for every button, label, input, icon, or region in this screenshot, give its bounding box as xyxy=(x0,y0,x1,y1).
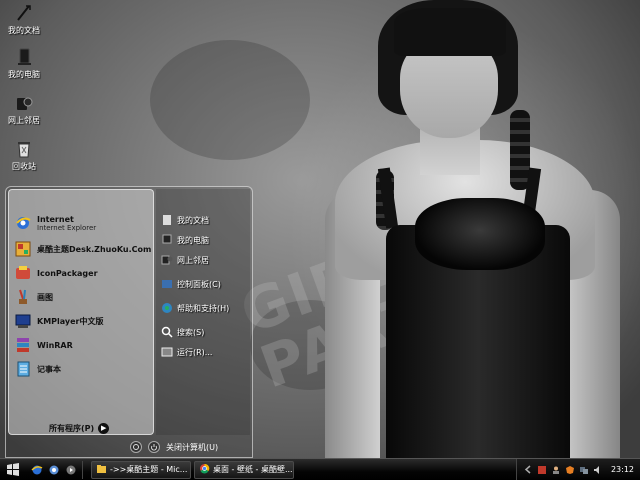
network-icon xyxy=(13,92,35,114)
place-item-label: 搜索(S) xyxy=(177,327,205,337)
shutdown-button[interactable]: 关闭计算机(U) xyxy=(166,442,218,453)
power-icon[interactable] xyxy=(148,441,160,453)
control-panel-icon xyxy=(160,277,174,291)
folder-documents-icon xyxy=(13,2,35,24)
desktop-icon-label: 网上邻居 xyxy=(8,116,40,125)
start-menu-item-iconpackager[interactable]: IconPackager xyxy=(13,262,153,284)
show-desktop-icon[interactable] xyxy=(47,463,61,477)
zhuoku-theme-icon xyxy=(13,239,33,259)
taskbar-button-label: 桌面 - 壁纸 - 桌酷壁... xyxy=(213,465,293,474)
logoff-icon[interactable] xyxy=(130,441,142,453)
wallpaper-figure-bangs xyxy=(394,8,506,56)
all-programs-button[interactable]: 所有程序(P) ▶ xyxy=(49,421,110,435)
taskbar-button-explorer[interactable]: ->>桌酷主题 - Mic... xyxy=(91,460,191,479)
place-item-my-computer[interactable]: 我的电脑 xyxy=(160,231,248,249)
start-menu-footer: 关闭计算机(U) xyxy=(6,437,252,457)
user-icon[interactable] xyxy=(551,464,562,475)
media-player-icon[interactable] xyxy=(64,463,78,477)
computer-icon xyxy=(13,46,35,68)
wallpaper-figure-bow xyxy=(415,198,545,270)
place-item-control-panel[interactable]: 控制面板(C) xyxy=(160,275,248,293)
start-menu-item-title: 记事本 xyxy=(37,364,61,374)
place-item-label: 帮助和支持(H) xyxy=(177,303,230,313)
start-menu-item-zhuoku-theme[interactable]: 桌酷主题Desk.ZhuoKu.Com xyxy=(13,238,153,260)
internet-explorer-icon[interactable] xyxy=(30,463,44,477)
start-menu-item-winrar[interactable]: WinRAR xyxy=(13,334,153,356)
notepad-icon xyxy=(13,359,33,379)
wallpaper-texture xyxy=(150,40,310,160)
start-menu-item-title: 桌酷主题Desk.ZhuoKu.Com xyxy=(37,244,152,254)
taskbar-button-chrome[interactable]: 桌面 - 壁纸 - 桌酷壁... xyxy=(194,460,294,479)
start-menu-item-title: 画图 xyxy=(37,292,53,302)
all-programs-label: 所有程序(P) xyxy=(49,423,95,433)
start-menu-pinned-panel: Internet Internet Explorer 桌酷主题Desk.ZhuoK… xyxy=(8,189,154,435)
start-button[interactable] xyxy=(0,459,26,480)
folder-icon xyxy=(96,463,107,476)
paint-icon xyxy=(13,287,33,307)
taskbar: ->>桌酷主题 - Mic... 桌面 - 壁纸 - 桌酷壁... 23:12 xyxy=(0,458,640,480)
place-item-my-documents[interactable]: 我的文档 xyxy=(160,211,248,229)
windows-logo-icon xyxy=(7,462,19,476)
start-menu-item-kmplayer[interactable]: KMPlayer中文版 xyxy=(13,310,153,332)
place-item-run[interactable]: 运行(R)... xyxy=(160,343,248,361)
place-item-help[interactable]: 帮助和支持(H) xyxy=(160,299,248,317)
help-icon xyxy=(160,301,174,315)
kmplayer-icon xyxy=(13,311,33,331)
start-menu-item-title: KMPlayer中文版 xyxy=(37,316,104,326)
computer-icon xyxy=(160,233,174,247)
place-item-label: 运行(R)... xyxy=(177,347,213,357)
internet-explorer-icon xyxy=(13,213,33,233)
place-item-label: 控制面板(C) xyxy=(177,279,221,289)
quick-launch-bar xyxy=(26,460,83,479)
documents-icon xyxy=(160,213,174,227)
security-icon[interactable] xyxy=(537,464,548,475)
start-menu: Internet Internet Explorer 桌酷主题Desk.ZhuoK… xyxy=(5,186,253,458)
desktop-icon-network[interactable]: 网上邻居 xyxy=(2,92,46,126)
desktop-icon-my-computer[interactable]: 我的电脑 xyxy=(2,46,46,80)
desktop-icon-my-documents[interactable]: 我的文档 xyxy=(2,2,46,36)
place-item-search[interactable]: 搜索(S) xyxy=(160,323,248,341)
run-icon xyxy=(160,345,174,359)
system-tray: 23:12 xyxy=(515,458,640,480)
volume-icon[interactable] xyxy=(593,464,604,475)
start-menu-places-panel: 我的文档 我的电脑 网上邻居 控制面板(C) 帮助和支持(H) 搜索(S) 运行… xyxy=(156,189,250,435)
taskbar-button-label: ->>桌酷主题 - Mic... xyxy=(110,465,188,474)
arrow-right-icon: ▶ xyxy=(98,422,110,434)
start-menu-item-title: WinRAR xyxy=(37,340,73,350)
place-item-label: 我的文档 xyxy=(177,215,209,225)
network-status-icon[interactable] xyxy=(579,464,590,475)
place-item-label: 我的电脑 xyxy=(177,235,209,245)
desktop-icon-label: 我的文档 xyxy=(8,26,40,35)
chrome-icon xyxy=(199,463,210,476)
tray-expand-icon[interactable] xyxy=(523,464,534,475)
start-menu-item-paint[interactable]: 画图 xyxy=(13,286,153,308)
recycle-bin-icon xyxy=(13,138,35,160)
place-item-label: 网上邻居 xyxy=(177,255,209,265)
start-menu-item-notepad[interactable]: 记事本 xyxy=(13,358,153,380)
start-menu-item-title: Internet xyxy=(37,214,74,224)
desktop-icon-recycle-bin[interactable]: 回收站 xyxy=(2,138,46,172)
search-icon xyxy=(160,325,174,339)
desktop-icon-label: 回收站 xyxy=(12,162,36,171)
antivirus-icon[interactable] xyxy=(565,464,576,475)
start-menu-item-internet[interactable]: Internet Internet Explorer xyxy=(13,212,153,234)
network-icon xyxy=(160,253,174,267)
iconpackager-icon xyxy=(13,263,33,283)
start-menu-item-subtitle: Internet Explorer xyxy=(37,223,97,232)
place-item-network[interactable]: 网上邻居 xyxy=(160,251,248,269)
desktop-icon-label: 我的电脑 xyxy=(8,70,40,79)
start-menu-item-title: IconPackager xyxy=(37,268,98,278)
taskbar-clock[interactable]: 23:12 xyxy=(611,465,634,474)
winrar-icon xyxy=(13,335,33,355)
